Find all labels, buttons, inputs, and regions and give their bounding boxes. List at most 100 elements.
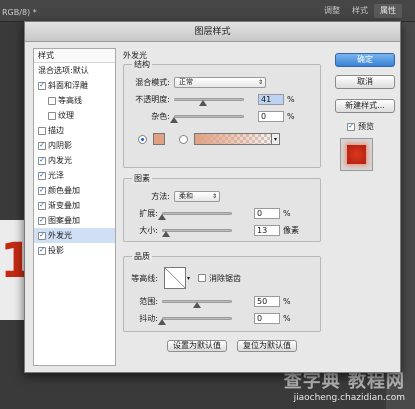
- chevron-down-icon[interactable]: ▾: [272, 133, 280, 145]
- style-checkbox[interactable]: [38, 126, 46, 135]
- style-list-item[interactable]: 内阴影: [34, 138, 115, 153]
- style-list-item[interactable]: 投影: [34, 243, 115, 258]
- style-checkbox[interactable]: [38, 171, 46, 180]
- jitter-slider[interactable]: [158, 313, 232, 325]
- style-list-item[interactable]: 颜色叠加: [34, 183, 115, 198]
- range-input[interactable]: 50: [254, 296, 280, 307]
- range-unit: %: [283, 297, 291, 306]
- size-input[interactable]: 13: [254, 225, 280, 236]
- preview-label: 预览: [358, 122, 374, 131]
- method-select[interactable]: 柔和 ⇕: [174, 191, 220, 202]
- spread-unit: %: [283, 209, 291, 218]
- style-checkbox[interactable]: [48, 111, 56, 120]
- canvas-digit: 1: [0, 233, 34, 289]
- antialias-checkbox[interactable]: [198, 274, 207, 282]
- structure-title: 结构: [132, 59, 152, 70]
- jitter-unit: %: [283, 314, 291, 323]
- spread-input[interactable]: 0: [254, 208, 280, 219]
- reset-default-button[interactable]: 复位为默认值: [237, 340, 297, 352]
- size-unit: 像素: [283, 226, 299, 235]
- preview-checkbox[interactable]: [347, 122, 355, 131]
- style-list-item-label: 纹理: [58, 111, 74, 120]
- style-checkbox[interactable]: [38, 231, 46, 240]
- glow-color-swatch[interactable]: [153, 133, 165, 145]
- noise-input[interactable]: 0: [258, 111, 284, 122]
- style-checkbox[interactable]: [38, 156, 46, 165]
- style-preview: [340, 138, 373, 171]
- range-slider[interactable]: [162, 296, 232, 308]
- quality-title: 品质: [132, 251, 152, 262]
- chevron-updown-icon: ⇕: [257, 79, 263, 86]
- style-checkbox[interactable]: [38, 246, 46, 255]
- noise-slider[interactable]: [170, 111, 244, 123]
- spread-slider[interactable]: [158, 208, 232, 220]
- style-list-item[interactable]: 光泽: [34, 168, 115, 183]
- outer-glow-panel: 外发光 结构 混合模式: 正常 ⇕ 不透明度: 41 % 杂色: 0 % ▾ 图…: [121, 48, 321, 366]
- blend-mode-select[interactable]: 正常 ⇕: [174, 77, 266, 88]
- tab-styles[interactable]: 样式: [346, 4, 374, 18]
- gradient-radio[interactable]: [179, 134, 188, 144]
- style-list-item-label: 内阴影: [48, 141, 72, 150]
- style-list-item[interactable]: 图案叠加: [34, 213, 115, 228]
- noise-label: 杂色:: [151, 112, 170, 121]
- style-checkbox[interactable]: [38, 186, 46, 195]
- range-label: 范围:: [139, 297, 158, 306]
- style-checkbox[interactable]: [38, 201, 46, 210]
- set-default-button[interactable]: 设置为默认值: [167, 340, 227, 352]
- spread-slider-thumb[interactable]: [158, 214, 166, 220]
- style-list-header[interactable]: 样式: [34, 49, 115, 63]
- blend-mode-label: 混合模式:: [135, 78, 170, 87]
- style-list-item[interactable]: 混合选项:默认: [34, 63, 115, 78]
- style-list-item-label: 等高线: [58, 96, 82, 105]
- style-list-item-label: 投影: [48, 246, 64, 255]
- ok-button[interactable]: 确定: [335, 53, 395, 67]
- opacity-slider-thumb[interactable]: [198, 100, 207, 106]
- jitter-slider-track: [162, 317, 232, 320]
- glow-gradient-swatch[interactable]: [194, 133, 272, 145]
- opacity-slider[interactable]: [174, 94, 244, 106]
- style-list-item[interactable]: 外发光: [34, 228, 115, 243]
- style-list-item[interactable]: 描边: [34, 123, 115, 138]
- chevron-down-icon[interactable]: ▾: [187, 275, 190, 282]
- new-style-button[interactable]: 新建样式...: [335, 99, 395, 113]
- watermark-url: jiaocheng.chazidian.com: [293, 393, 405, 403]
- style-list-item[interactable]: 内发光: [34, 153, 115, 168]
- style-checkbox[interactable]: [38, 216, 46, 225]
- noise-slider-thumb[interactable]: [170, 117, 178, 123]
- size-label: 大小:: [139, 226, 158, 235]
- preview-toggle: 预览: [347, 121, 374, 132]
- tab-adjustments[interactable]: 调整: [318, 4, 346, 18]
- contour-picker[interactable]: [164, 267, 186, 289]
- document-tab[interactable]: RGB/8) *: [0, 8, 40, 22]
- size-slider-thumb[interactable]: [161, 231, 170, 237]
- dialog-title: 图层样式: [25, 22, 400, 42]
- elements-title: 图素: [132, 173, 152, 184]
- style-checkbox[interactable]: [48, 96, 56, 105]
- opacity-unit: %: [287, 95, 295, 104]
- range-slider-thumb[interactable]: [193, 302, 201, 308]
- contour-label: 等高线:: [131, 273, 158, 283]
- opacity-input[interactable]: 41: [258, 94, 284, 105]
- size-slider[interactable]: [161, 225, 232, 237]
- jitter-label: 抖动:: [139, 314, 158, 323]
- jitter-slider-thumb[interactable]: [158, 319, 166, 325]
- color-radio[interactable]: [138, 134, 147, 144]
- layer-style-dialog: 图层样式 样式 混合选项:默认斜面和浮雕等高线纹理描边内阴影内发光光泽颜色叠加渐…: [24, 21, 401, 373]
- style-list-item[interactable]: 等高线: [34, 93, 115, 108]
- preview-thumbnail: [347, 145, 366, 164]
- antialias-label: 消除锯齿: [209, 273, 242, 283]
- tab-properties[interactable]: 属性: [374, 4, 402, 18]
- elements-group: 图素 方法: 柔和 ⇕ 扩展: 0 % 大小: 13 像素: [123, 173, 321, 242]
- quality-group: 品质 等高线: ▾ 消除锯齿 范围: 50 % 抖动: 0 %: [123, 251, 321, 332]
- style-list-item-label: 混合选项:默认: [38, 66, 89, 75]
- noise-slider-track: [174, 115, 244, 118]
- cancel-button[interactable]: 取消: [335, 75, 395, 89]
- style-checkbox[interactable]: [38, 141, 46, 150]
- style-list-item[interactable]: 斜面和浮雕: [34, 78, 115, 93]
- style-list-item[interactable]: 渐变叠加: [34, 198, 115, 213]
- jitter-input[interactable]: 0: [254, 313, 280, 324]
- style-list-item-label: 斜面和浮雕: [48, 81, 88, 90]
- chevron-updown-icon: ⇕: [211, 193, 217, 200]
- style-list-item[interactable]: 纹理: [34, 108, 115, 123]
- style-checkbox[interactable]: [38, 81, 46, 90]
